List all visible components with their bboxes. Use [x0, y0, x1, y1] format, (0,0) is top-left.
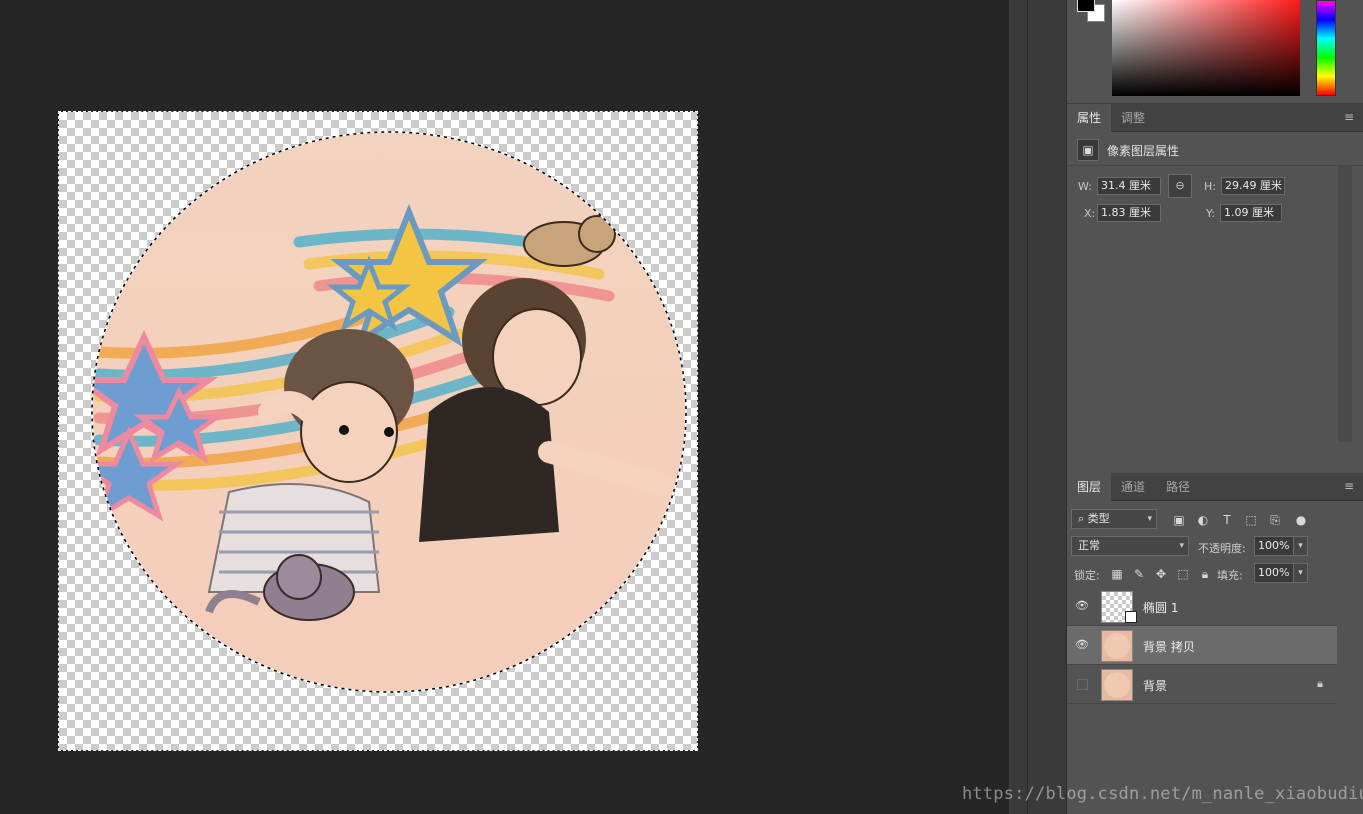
tab-adjustments[interactable]: 调整 [1111, 104, 1155, 132]
tab-properties[interactable]: 属性 [1067, 104, 1112, 132]
chevron-down-icon: ▾ [1179, 541, 1184, 551]
layer-row[interactable]: 背景 🔒︎ [1067, 665, 1337, 704]
panel-toolstrip [1008, 0, 1066, 814]
artwork [91, 131, 687, 693]
y-label: Y: [1206, 207, 1215, 220]
panel-menu-icon[interactable]: ≡ [1344, 111, 1356, 123]
chevron-down-icon: ▾ [1147, 514, 1152, 524]
filter-kind-label: 类型 [1087, 512, 1110, 525]
lock-icon: 🔒︎ [1317, 677, 1323, 690]
tab-paths[interactable]: 路径 [1156, 473, 1200, 501]
layer-row[interactable]: 👁︎ 椭圆 1 [1067, 587, 1337, 626]
smart-object-filter-icon[interactable]: ⎘ [1267, 512, 1283, 528]
vector-mask-icon [1125, 611, 1137, 623]
opacity-input[interactable]: 100% [1254, 536, 1294, 556]
layers-menu-icon[interactable]: ≡ [1344, 480, 1356, 492]
opacity-label: 不透明度: [1198, 542, 1246, 555]
layers-tabbar: 图层 通道 路径 ≡ [1067, 473, 1363, 501]
color-panel [1067, 0, 1363, 104]
adjustment-filter-icon[interactable]: ◐ [1195, 512, 1211, 528]
lock-brush-icon[interactable]: ✎ [1131, 566, 1147, 582]
layers-body: ⌕ 类型 ▾ ▣ ◐ T ⬚ ⎘ ● 正常 ▾ 不透明度: 100% ▾ 锁定:… [1067, 502, 1363, 814]
lock-row: 锁定: ▦ ✎ ✥ ⬚ 🔒︎ 填充: 100% ▾ [1067, 560, 1363, 587]
height-label: H: [1204, 180, 1216, 193]
lock-transparent-icon[interactable]: ▦ [1109, 566, 1125, 582]
tab-layers[interactable]: 图层 [1067, 473, 1112, 501]
lock-artboard-icon[interactable]: ⬚ [1175, 566, 1191, 582]
layer-row[interactable]: 👁︎ 背景 拷贝 [1067, 626, 1337, 665]
properties-scrollbar[interactable] [1338, 166, 1352, 442]
layer-name[interactable]: 背景 拷贝 [1143, 638, 1195, 655]
layer-name[interactable]: 背景 [1143, 677, 1167, 694]
shape-filter-icon[interactable]: ⬚ [1243, 512, 1259, 528]
filter-kind-select[interactable]: ⌕ 类型 ▾ [1071, 509, 1157, 529]
fill-input[interactable]: 100% [1254, 563, 1294, 583]
watermark: https://blog.csdn.net/m_nanle_xiaobudiu [962, 784, 1363, 804]
x-field[interactable]: 1.83 厘米 [1097, 204, 1161, 222]
fill-label: 填充: [1217, 569, 1243, 582]
blend-mode-label: 正常 [1078, 539, 1100, 552]
layer-thumbnail [1101, 669, 1133, 701]
x-label: X: [1084, 207, 1096, 220]
filter-row: ⌕ 类型 ▾ ▣ ◐ T ⬚ ⎘ ● [1067, 506, 1363, 533]
foreground-color-swatch[interactable] [1077, 0, 1095, 12]
toolstrip-divider [1027, 0, 1028, 814]
lock-all-icon[interactable]: 🔒︎ [1197, 566, 1213, 582]
blend-row: 正常 ▾ 不透明度: 100% ▾ [1067, 533, 1363, 560]
layer-name[interactable]: 椭圆 1 [1143, 599, 1178, 616]
properties-title: 像素图层属性 [1107, 144, 1180, 158]
search-icon: ⌕ [1078, 512, 1088, 525]
pixel-layer-icon: ▣ [1077, 139, 1099, 161]
visibility-toggle[interactable] [1077, 679, 1088, 690]
opacity-dropdown-icon[interactable]: ▾ [1293, 536, 1308, 556]
width-field[interactable]: 31.4 厘米 [1097, 177, 1161, 195]
properties-tabbar: 属性 调整 ≡ [1067, 104, 1363, 132]
tab-channels[interactable]: 通道 [1111, 473, 1155, 501]
color-picker-field[interactable] [1112, 0, 1300, 96]
filter-toggle-icon[interactable]: ● [1293, 512, 1309, 528]
blend-mode-select[interactable]: 正常 ▾ [1071, 536, 1189, 556]
layer-thumbnail [1101, 630, 1133, 662]
image-filter-icon[interactable]: ▣ [1171, 512, 1187, 528]
y-field[interactable]: 1.09 厘米 [1220, 204, 1282, 222]
right-panels: 属性 调整 ≡ ▣ 像素图层属性 W: 31.4 厘米 ⊖ H: 29.49 厘… [1066, 0, 1363, 814]
properties-header: ▣ 像素图层属性 [1067, 132, 1363, 166]
fill-dropdown-icon[interactable]: ▾ [1293, 563, 1308, 583]
width-label: W: [1078, 180, 1092, 193]
eye-icon[interactable]: 👁︎ [1075, 638, 1089, 652]
height-field[interactable]: 29.49 厘米 [1221, 177, 1285, 195]
link-icon[interactable]: ⊖ [1168, 174, 1192, 198]
document-canvas[interactable] [58, 111, 698, 751]
type-filter-icon[interactable]: T [1219, 512, 1235, 528]
hue-slider[interactable] [1316, 0, 1336, 96]
canvas-area[interactable] [0, 0, 1008, 814]
eye-icon[interactable]: 👁︎ [1075, 599, 1089, 613]
properties-body: ▣ 像素图层属性 W: 31.4 厘米 ⊖ H: 29.49 厘米 X: 1.8… [1067, 132, 1363, 472]
lock-move-icon[interactable]: ✥ [1153, 566, 1169, 582]
lock-label: 锁定: [1074, 569, 1100, 582]
